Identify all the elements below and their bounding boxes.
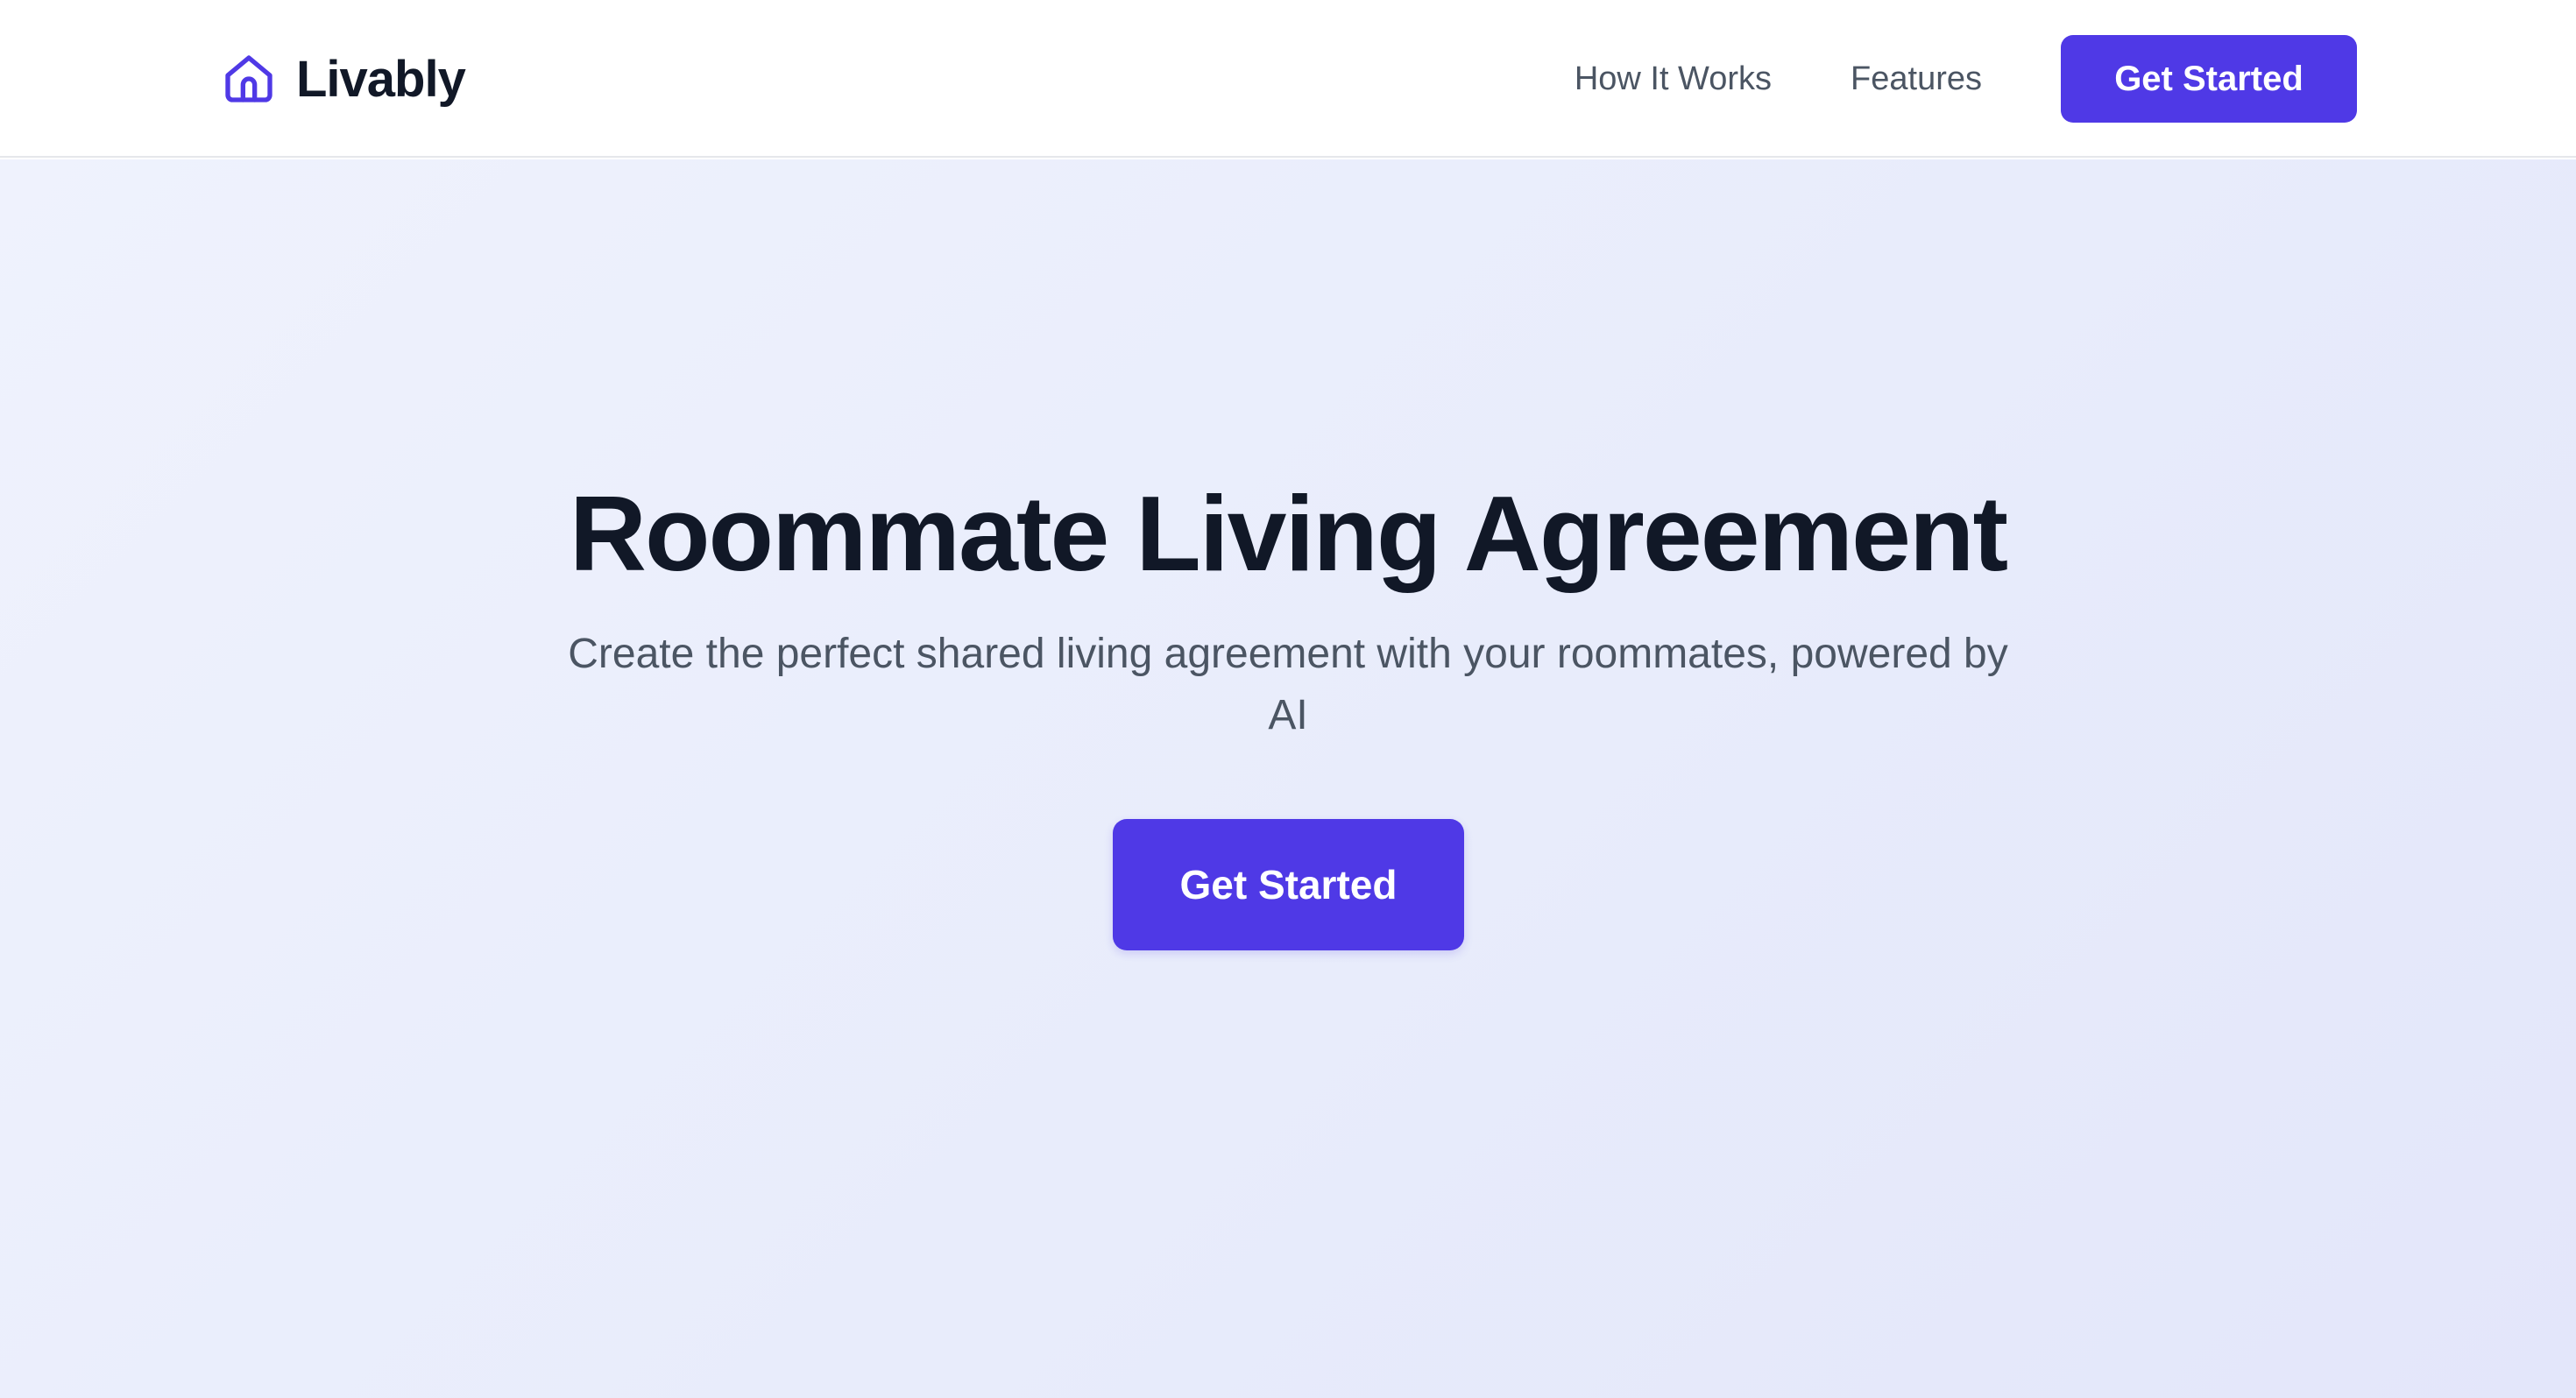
hero-get-started-button[interactable]: Get Started	[1113, 819, 1464, 950]
brand-name: Livably	[296, 50, 466, 108]
home-icon	[225, 55, 272, 102]
nav-link-how-it-works[interactable]: How It Works	[1575, 60, 1772, 98]
brand-logo[interactable]: Livably	[221, 46, 466, 112]
top-navbar: Livably How It Works Features Get Starte…	[0, 0, 2576, 158]
nav-get-started-button[interactable]: Get Started	[2061, 35, 2357, 123]
nav-link-features[interactable]: Features	[1851, 60, 1982, 98]
hero-title: Roommate Living Agreement	[569, 474, 2008, 593]
hero-section: Roommate Living Agreement Create the per…	[0, 159, 2576, 1398]
nav-links: How It Works Features Get Started	[1575, 35, 2357, 123]
hero-subtitle: Create the perfect shared living agreeme…	[568, 631, 2008, 738]
